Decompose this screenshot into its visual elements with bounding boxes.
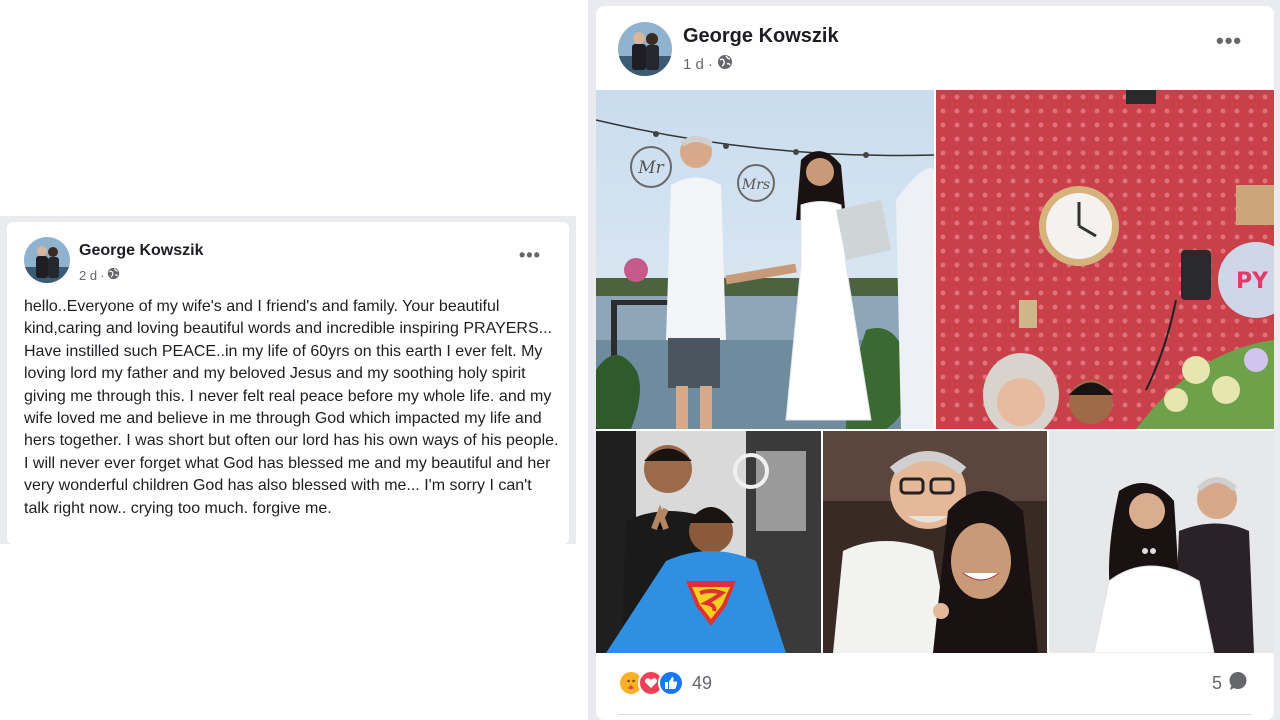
actions-divider: [618, 714, 1252, 715]
reaction-count: 49: [692, 672, 713, 693]
post-time[interactable]: 2 d: [79, 268, 97, 283]
post-time[interactable]: 1 d: [683, 56, 704, 73]
more-options-icon[interactable]: •••: [519, 246, 541, 264]
left-post-frame: George Kowszik 2 d · ••• hello..Everyone…: [0, 216, 576, 544]
globe-icon: [717, 54, 733, 74]
author-avatar[interactable]: [24, 237, 70, 283]
post-meta: 1 d ·: [683, 54, 733, 74]
author-avatar[interactable]: [618, 22, 672, 76]
reactions-summary[interactable]: 49: [618, 670, 712, 696]
post-text: hello..Everyone of my wife's and I frien…: [24, 298, 559, 517]
couple-portrait-photo[interactable]: [1049, 431, 1274, 653]
selfie-photo[interactable]: [823, 431, 1047, 653]
more-options-icon[interactable]: •••: [1216, 30, 1242, 52]
globe-icon: [107, 267, 120, 283]
author-name[interactable]: George Kowszik: [683, 25, 839, 48]
mrs-sign: Mrs: [741, 177, 770, 193]
barber-photo[interactable]: [596, 431, 821, 653]
right-post-frame: George Kowszik 1 d · ••• Mr Mrs PY 49 5: [588, 0, 1280, 720]
post-meta: 2 d ·: [79, 267, 120, 283]
right-post-card: George Kowszik 1 d · ••• Mr Mrs PY 49 5: [596, 6, 1274, 720]
like-icon: [658, 670, 684, 696]
wedding-photo[interactable]: Mr Mrs: [596, 90, 934, 429]
mr-sign: Mr: [637, 158, 664, 178]
birthday-photo[interactable]: PY: [936, 90, 1274, 429]
left-post-card: George Kowszik 2 d · ••• hello..Everyone…: [7, 222, 569, 544]
comment-count: 5: [1212, 673, 1223, 693]
comment-bubble-icon: [1228, 671, 1248, 696]
comments-summary[interactable]: 5: [1212, 671, 1248, 696]
author-name[interactable]: George Kowszik: [79, 242, 203, 260]
balloon-text: PY: [1236, 269, 1269, 294]
